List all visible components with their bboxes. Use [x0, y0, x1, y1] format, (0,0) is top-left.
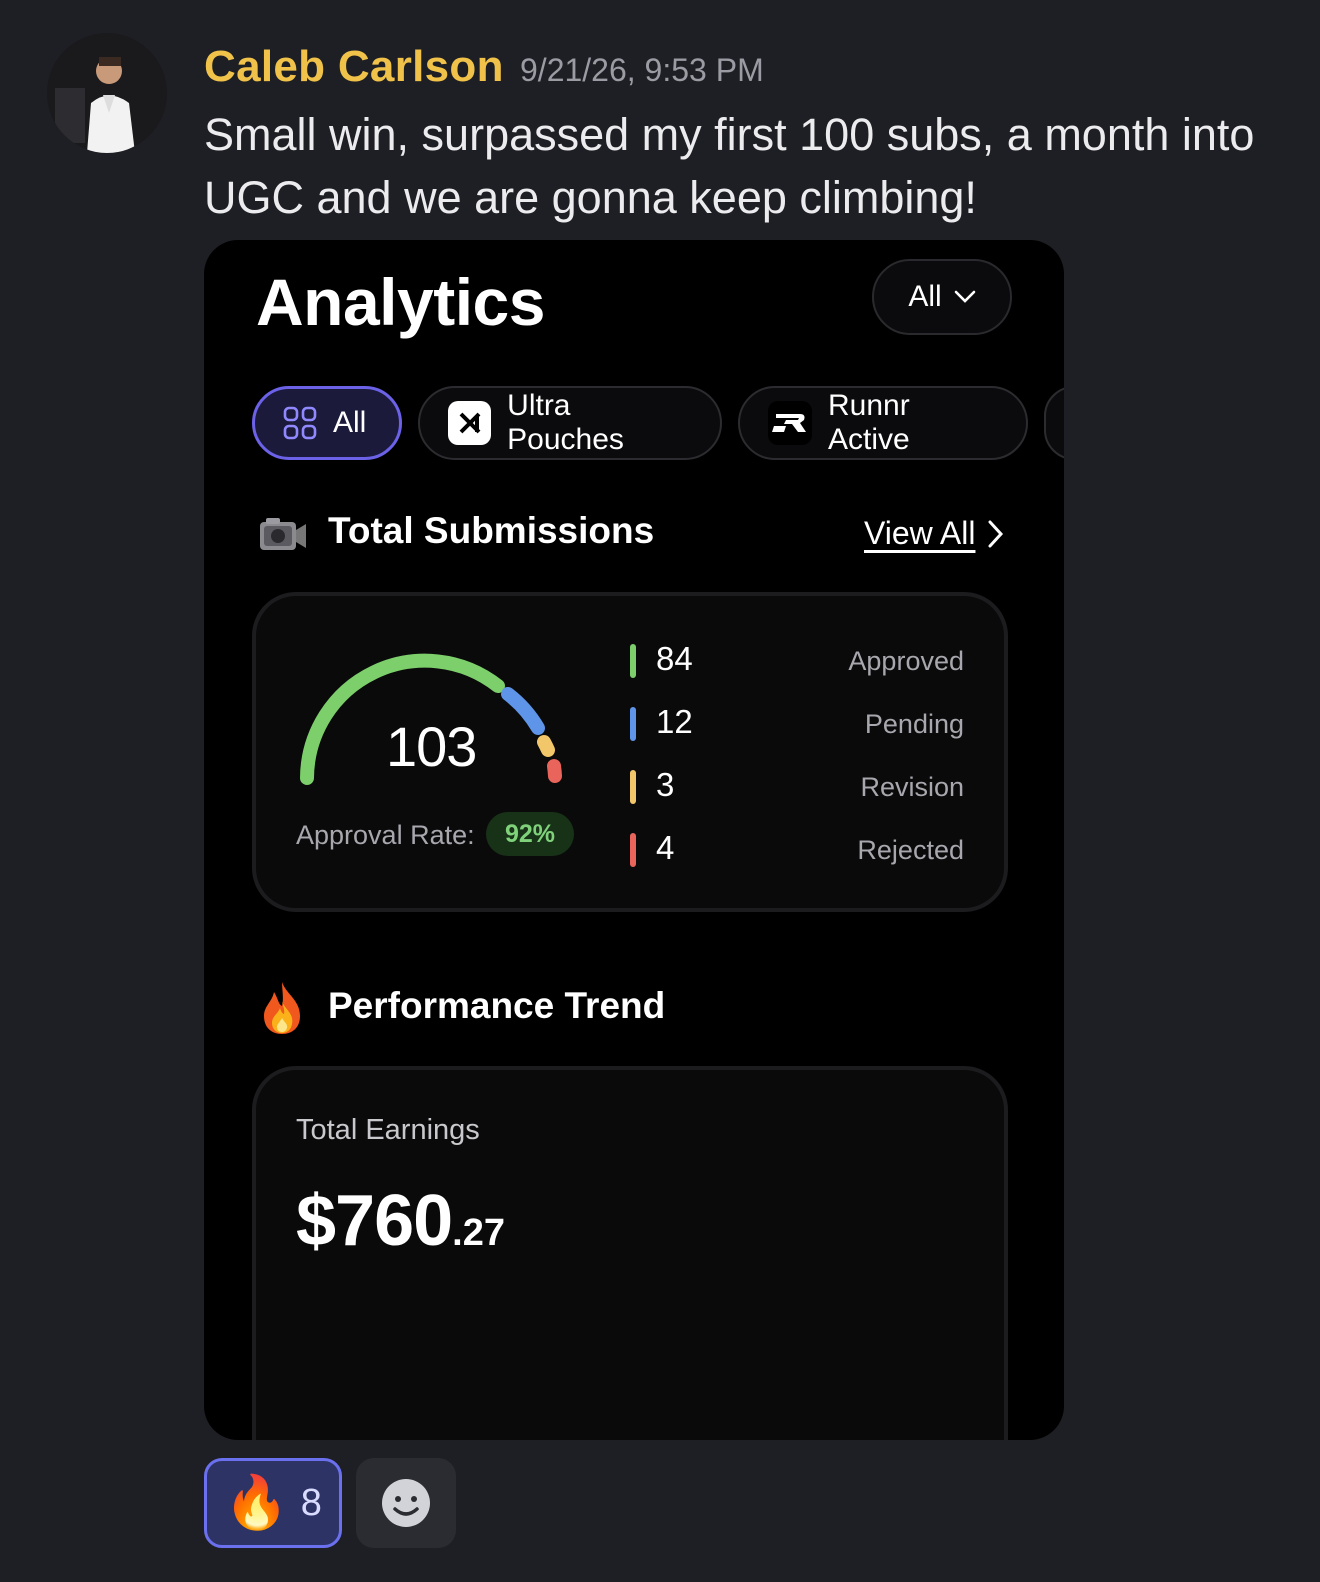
submissions-total: 103	[386, 715, 477, 778]
chip-more[interactable]	[1044, 386, 1064, 460]
grid-icon	[283, 406, 317, 440]
revision-label: Revision	[860, 772, 964, 802]
chip-label: All	[333, 406, 367, 439]
image-attachment[interactable]: Analytics All All Ultra Pouches Runnr Ac…	[204, 240, 1064, 1440]
author-name[interactable]: Caleb Carlson	[204, 42, 504, 92]
revision-count: 3	[656, 766, 675, 803]
add-reaction-button[interactable]	[356, 1458, 456, 1548]
fire-reaction-button[interactable]: 🔥 8	[204, 1458, 342, 1548]
submissions-card: 103 Approval Rate: 92% 84 Approved 12 Pe…	[252, 592, 1008, 912]
earnings-card: Total Earnings $760.27	[252, 1066, 1008, 1440]
filter-value: All	[908, 280, 942, 313]
pending-bar	[630, 707, 636, 741]
approved-label: Approved	[848, 646, 964, 676]
analytics-title: Analytics	[256, 265, 545, 339]
approval-rate-badge: 92%	[486, 812, 574, 856]
gauge-rejected-arc	[547, 759, 562, 783]
approved-bar	[630, 644, 636, 678]
rejected-count: 4	[656, 829, 675, 866]
gauge-revision-arc	[537, 735, 555, 757]
chip-label: Runnr Active	[827, 389, 910, 456]
filter-dropdown[interactable]: All	[872, 259, 1012, 335]
user-photo-icon	[47, 33, 167, 153]
rejected-label: Rejected	[857, 835, 964, 865]
rejected-bar	[630, 833, 636, 867]
earnings-cents: .27	[452, 1212, 505, 1254]
total-submissions-title: Total Submissions	[328, 510, 655, 551]
total-earnings-label: Total Earnings	[296, 1114, 480, 1146]
chip-runnr-active[interactable]: Runnr Active	[738, 386, 1028, 460]
revision-bar	[630, 770, 636, 804]
view-all-label: View All	[864, 515, 976, 551]
video-camera-icon	[256, 510, 308, 562]
chevron-down-icon	[954, 290, 975, 303]
pending-label: Pending	[864, 709, 964, 739]
runnr-logo-icon	[768, 401, 812, 445]
gauge-pending-arc	[501, 687, 545, 735]
approved-count: 84	[656, 640, 693, 677]
fire-emoji: 🔥	[224, 1474, 289, 1532]
earnings-dollars: $760	[296, 1181, 453, 1261]
message-timestamp: 9/21/26, 9:53 PM	[520, 52, 764, 88]
chip-ultra-pouches[interactable]: Ultra Pouches	[418, 386, 722, 460]
reaction-count: 8	[300, 1481, 322, 1524]
chip-label: Ultra Pouches	[507, 389, 624, 456]
avatar[interactable]	[47, 33, 167, 153]
view-all-link[interactable]: View All	[864, 515, 975, 552]
ultra-pouches-logo-icon	[448, 401, 492, 445]
pending-count: 12	[656, 703, 693, 740]
chip-all[interactable]: All	[252, 386, 402, 460]
chevron-right-icon[interactable]	[986, 518, 1006, 550]
message-text: Small win, surpassed my first 100 subs, …	[204, 109, 1255, 223]
performance-trend-title: Performance Trend	[328, 985, 666, 1026]
total-earnings-value: $760.27	[296, 1180, 505, 1262]
fire-icon	[256, 980, 308, 1034]
approval-rate-label: Approval Rate:	[296, 820, 475, 850]
smiley-icon	[382, 1479, 430, 1527]
